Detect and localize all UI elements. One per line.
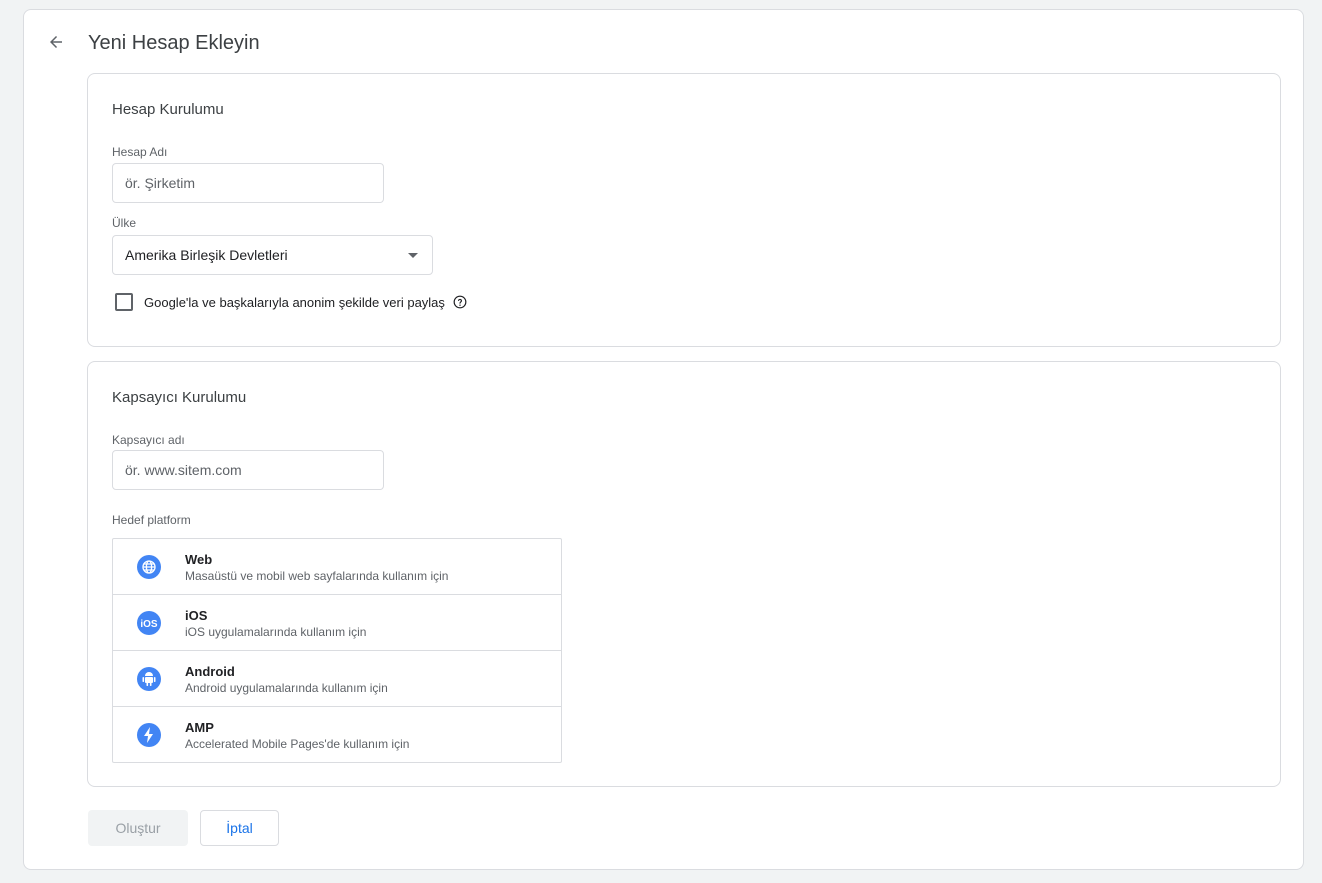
platform-name: Android <box>185 664 235 679</box>
platform-description: iOS uygulamalarında kullanım için <box>185 625 367 639</box>
container-name-label: Kapsayıcı adı <box>112 433 185 447</box>
account-setup-title: Hesap Kurulumu <box>112 101 224 118</box>
platform-option-web[interactable]: Web Masaüstü ve mobil web sayfalarında k… <box>113 539 561 595</box>
platform-description: Masaüstü ve mobil web sayfalarında kulla… <box>185 569 449 583</box>
account-name-input[interactable] <box>112 163 384 203</box>
country-select[interactable]: Amerika Birleşik Devletleri <box>112 235 433 275</box>
platform-description: Accelerated Mobile Pages'de kullanım içi… <box>185 737 410 751</box>
dropdown-arrow-icon <box>408 252 418 258</box>
platform-description: Android uygulamalarında kullanım için <box>185 681 388 695</box>
svg-text:iOS: iOS <box>140 619 158 629</box>
platform-name: Web <box>185 552 213 567</box>
ios-icon: iOS <box>137 611 161 635</box>
create-button[interactable]: Oluştur <box>88 810 188 846</box>
globe-icon <box>137 555 161 579</box>
target-platform-label: Hedef platform <box>112 513 191 527</box>
platform-name: AMP <box>185 720 214 735</box>
platform-list: Web Masaüstü ve mobil web sayfalarında k… <box>112 538 562 763</box>
country-select-value: Amerika Birleşik Devletleri <box>125 247 288 263</box>
country-label: Ülke <box>112 216 137 230</box>
platform-name: iOS <box>185 608 208 623</box>
container-name-input[interactable] <box>112 450 384 490</box>
share-data-row: Google'la ve başkalarıyla anonim şekilde… <box>115 293 467 311</box>
platform-option-amp[interactable]: AMP Accelerated Mobile Pages'de kullanım… <box>113 707 561 762</box>
page-title: Yeni Hesap Ekleyin <box>88 32 260 54</box>
account-name-label: Hesap Adı <box>112 145 168 159</box>
platform-option-ios[interactable]: iOS iOS iOS uygulamalarında kullanım içi… <box>113 595 561 651</box>
cancel-button[interactable]: İptal <box>200 810 279 846</box>
help-icon[interactable] <box>453 295 467 309</box>
account-setup-section: Hesap Kurulumu Hesap Adı Ülke Amerika Bi… <box>87 73 1281 347</box>
android-icon <box>137 667 161 691</box>
share-data-label[interactable]: Google'la ve başkalarıyla anonim şekilde… <box>144 295 445 310</box>
container-setup-title: Kapsayıcı Kurulumu <box>112 389 247 406</box>
lightning-icon <box>137 723 161 747</box>
platform-option-android[interactable]: Android Android uygulamalarında kullanım… <box>113 651 561 707</box>
share-data-checkbox[interactable] <box>115 293 133 311</box>
back-arrow-icon[interactable] <box>44 30 68 54</box>
container-setup-section: Kapsayıcı Kurulumu Kapsayıcı adı Hedef p… <box>87 361 1281 787</box>
